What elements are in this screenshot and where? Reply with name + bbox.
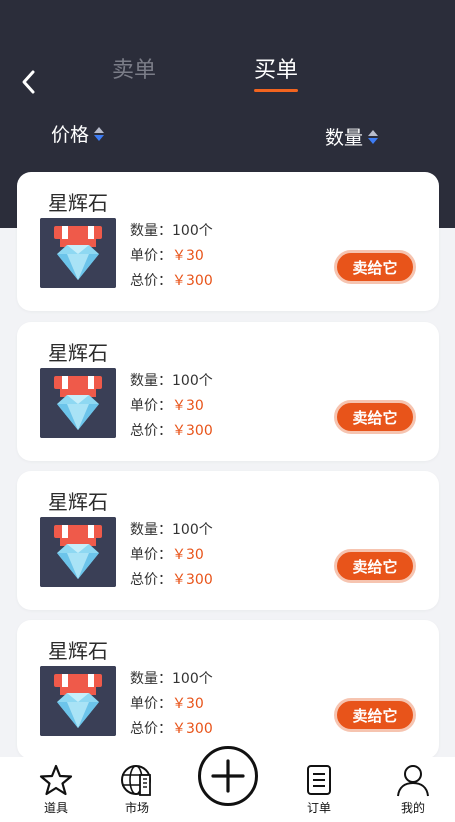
quantity-row: 数量：100个 bbox=[130, 219, 213, 244]
sell-to-it-button[interactable]: 卖给它 bbox=[334, 549, 416, 583]
quantity-row: 数量：100个 bbox=[130, 667, 213, 692]
quantity-text: 数量：100个 bbox=[130, 373, 213, 389]
item-name: 星辉石 bbox=[48, 639, 108, 663]
unit-price-value: ￥30 bbox=[172, 547, 204, 563]
unit-price-label: 单价： bbox=[130, 248, 172, 264]
quantity-row: 数量：100个 bbox=[130, 369, 213, 394]
order-card[interactable]: 星辉石 数量：100个 单价： ￥30 总价： ￥300 卖给它 bbox=[17, 322, 439, 461]
unit-price-label: 单价： bbox=[130, 696, 172, 712]
total-price-row: 总价： ￥300 bbox=[130, 269, 213, 294]
sort-arrows-icon bbox=[368, 129, 379, 144]
diamond-medal-icon bbox=[40, 666, 116, 736]
diamond-medal-icon bbox=[40, 368, 116, 438]
tab-bar: 卖单 买单 bbox=[0, 52, 455, 102]
total-price-value: ￥300 bbox=[172, 273, 213, 289]
order-card[interactable]: 星辉石 数量：100个 单价： ￥30 总价： ￥300 卖给它 bbox=[17, 172, 439, 311]
order-details: 数量：100个 单价： ￥30 总价： ￥300 bbox=[130, 518, 213, 593]
add-button[interactable] bbox=[198, 746, 258, 806]
unit-price-row: 单价： ￥30 bbox=[130, 244, 213, 269]
nav-label-orders: 订单 bbox=[306, 801, 331, 815]
total-price-row: 总价： ￥300 bbox=[130, 568, 213, 593]
order-card[interactable]: 星辉石 数量：100个 单价： ￥30 总价： ￥300 卖给它 bbox=[17, 471, 439, 610]
tab-sell-orders[interactable]: 卖单 bbox=[112, 52, 156, 84]
globe-building-icon bbox=[121, 765, 151, 796]
sell-to-it-button[interactable]: 卖给它 bbox=[334, 698, 416, 732]
total-price-row: 总价： ￥300 bbox=[130, 717, 213, 742]
unit-price-label: 单价： bbox=[130, 398, 172, 414]
unit-price-value: ￥30 bbox=[172, 398, 204, 414]
item-name: 星辉石 bbox=[48, 490, 108, 514]
star-icon bbox=[39, 764, 73, 796]
plus-icon bbox=[211, 759, 245, 793]
diamond-medal-icon bbox=[40, 517, 116, 587]
quantity-text: 数量：100个 bbox=[130, 522, 213, 538]
quantity-row: 数量：100个 bbox=[130, 518, 213, 543]
unit-price-label: 单价： bbox=[130, 547, 172, 563]
nav-item-items[interactable]: 道具 bbox=[26, 763, 86, 819]
quantity-text: 数量：100个 bbox=[130, 671, 213, 687]
diamond-medal-icon bbox=[40, 218, 116, 288]
sort-by-price[interactable]: 价格 bbox=[51, 120, 105, 147]
total-price-label: 总价： bbox=[130, 273, 172, 289]
tab-buy-orders[interactable]: 买单 bbox=[254, 52, 299, 92]
unit-price-row: 单价： ￥30 bbox=[130, 394, 213, 419]
unit-price-row: 单价： ￥30 bbox=[130, 543, 213, 568]
unit-price-row: 单价： ￥30 bbox=[130, 692, 213, 717]
document-icon bbox=[307, 765, 331, 795]
tab-buy-label: 买单 bbox=[254, 58, 299, 83]
sort-by-quantity[interactable]: 数量 bbox=[325, 123, 379, 150]
nav-item-market[interactable]: 市场 bbox=[107, 763, 167, 819]
sell-to-it-button[interactable]: 卖给它 bbox=[334, 400, 416, 434]
person-icon bbox=[397, 765, 429, 797]
item-name: 星辉石 bbox=[48, 191, 108, 215]
nav-item-orders[interactable]: 订单 bbox=[289, 763, 349, 819]
item-name: 星辉石 bbox=[48, 341, 108, 365]
sort-price-label: 价格 bbox=[51, 124, 90, 146]
order-details: 数量：100个 单价： ￥30 总价： ￥300 bbox=[130, 219, 213, 294]
order-card[interactable]: 星辉石 数量：100个 单价： ￥30 总价： ￥300 卖给它 bbox=[17, 620, 439, 759]
nav-label-market: 市场 bbox=[124, 801, 149, 815]
tab-sell-label: 卖单 bbox=[112, 58, 157, 83]
sort-arrows-icon bbox=[94, 126, 105, 141]
sell-to-it-button[interactable]: 卖给它 bbox=[334, 250, 416, 284]
sort-quantity-label: 数量 bbox=[325, 127, 364, 149]
order-details: 数量：100个 单价： ￥30 总价： ￥300 bbox=[130, 667, 213, 742]
total-price-value: ￥300 bbox=[172, 721, 213, 737]
sort-bar: 价格 数量 bbox=[0, 114, 455, 154]
total-price-label: 总价： bbox=[130, 423, 172, 439]
nav-label-items: 道具 bbox=[43, 801, 68, 815]
order-details: 数量：100个 单价： ￥30 总价： ￥300 bbox=[130, 369, 213, 444]
quantity-text: 数量：100个 bbox=[130, 223, 213, 239]
total-price-label: 总价： bbox=[130, 721, 172, 737]
total-price-value: ￥300 bbox=[172, 572, 213, 588]
total-price-row: 总价： ￥300 bbox=[130, 419, 213, 444]
nav-item-profile[interactable]: 我的 bbox=[383, 763, 443, 819]
nav-label-profile: 我的 bbox=[400, 801, 425, 815]
unit-price-value: ￥30 bbox=[172, 248, 204, 264]
unit-price-value: ￥30 bbox=[172, 696, 204, 712]
total-price-label: 总价： bbox=[130, 572, 172, 588]
active-tab-indicator bbox=[254, 89, 299, 92]
total-price-value: ￥300 bbox=[172, 423, 213, 439]
